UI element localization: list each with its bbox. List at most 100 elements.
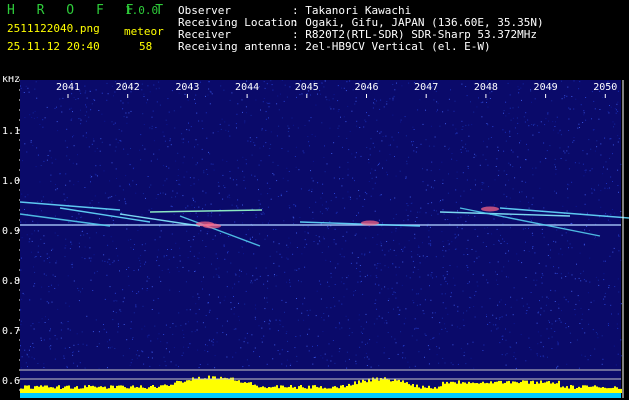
noise-speck (173, 110, 175, 112)
noise-speck (565, 327, 567, 329)
noise-speck (525, 181, 527, 183)
noise-speck (585, 97, 587, 98)
y-axis-unit: kHz (2, 76, 20, 85)
noise-speck (128, 285, 130, 287)
noise-speck (195, 313, 197, 315)
spectrogram-plot: kHz1.11.00.90.80.70.62041 2042 2043 2044 204… (0, 76, 629, 400)
power-bar (552, 382, 554, 393)
noise-speck (557, 365, 559, 367)
noise-speck (506, 174, 508, 175)
noise-speck (337, 263, 339, 265)
noise-speck (317, 345, 318, 347)
noise-speck (88, 257, 90, 259)
noise-speck (545, 265, 547, 267)
power-bar (96, 387, 98, 393)
noise-speck (144, 325, 146, 327)
noise-speck (240, 270, 242, 272)
noise-speck (139, 265, 141, 267)
noise-speck (60, 322, 62, 324)
noise-speck (151, 125, 153, 127)
noise-speck (303, 319, 305, 321)
noise-speck (450, 362, 452, 364)
noise-speck (197, 293, 199, 295)
noise-speck (532, 247, 534, 249)
noise-speck (416, 217, 418, 218)
noise-speck (446, 331, 448, 333)
noise-speck (270, 198, 272, 200)
noise-speck (85, 104, 86, 106)
noise-speck (277, 330, 279, 332)
noise-speck (539, 187, 541, 189)
noise-speck (526, 303, 528, 305)
x-tick-label: 2042 (116, 82, 140, 93)
noise-speck (532, 174, 534, 176)
noise-speck (406, 160, 408, 162)
noise-speck (487, 323, 489, 325)
noise-speck (402, 352, 404, 354)
noise-speck (571, 96, 573, 97)
noise-speck (447, 240, 449, 242)
noise-speck (596, 140, 598, 142)
noise-speck (469, 307, 471, 309)
noise-speck (189, 177, 191, 179)
noise-speck (384, 286, 386, 288)
noise-speck (604, 292, 606, 294)
noise-speck (369, 148, 371, 150)
noise-speck (446, 273, 448, 275)
noise-speck (95, 174, 97, 176)
noise-speck (365, 313, 367, 315)
noise-speck (454, 237, 456, 239)
noise-speck (84, 367, 86, 369)
noise-speck (120, 140, 122, 142)
noise-speck (64, 199, 66, 201)
noise-speck (521, 99, 522, 101)
noise-speck (466, 265, 468, 267)
noise-speck (296, 247, 298, 248)
noise-speck (395, 274, 397, 276)
power-bar (252, 385, 254, 393)
noise-speck (509, 164, 511, 166)
noise-speck (473, 367, 475, 369)
noise-speck (558, 267, 560, 269)
noise-speck (182, 213, 184, 214)
noise-speck (618, 235, 620, 237)
noise-speck (222, 159, 224, 161)
noise-speck (109, 339, 111, 341)
noise-speck (505, 304, 506, 306)
power-bar (462, 382, 464, 393)
noise-speck (433, 209, 435, 211)
noise-speck (387, 311, 389, 313)
noise-speck (190, 246, 192, 248)
noise-speck (325, 96, 327, 98)
noise-speck (433, 337, 435, 339)
noise-speck (377, 335, 379, 337)
noise-speck (452, 364, 454, 366)
noise-speck (238, 339, 240, 341)
noise-speck (165, 324, 167, 326)
noise-speck (180, 106, 182, 108)
noise-speck (309, 145, 310, 147)
noise-speck (339, 253, 341, 255)
noise-speck (546, 296, 548, 298)
noise-speck (475, 250, 477, 252)
noise-speck (122, 301, 124, 303)
noise-speck (47, 155, 49, 156)
noise-speck (587, 292, 589, 294)
noise-speck (433, 145, 435, 147)
noise-speck (300, 281, 302, 283)
noise-speck (509, 346, 511, 348)
noise-speck (203, 170, 205, 172)
noise-speck (409, 277, 411, 279)
noise-speck (516, 253, 518, 255)
noise-speck (401, 284, 403, 286)
noise-speck (119, 309, 121, 311)
noise-speck (81, 331, 83, 333)
noise-speck (98, 343, 100, 345)
power-bar (34, 386, 36, 393)
noise-speck (278, 125, 280, 127)
noise-speck (466, 248, 468, 250)
noise-speck (267, 193, 269, 195)
noise-speck (261, 129, 263, 131)
noise-speck (51, 201, 53, 203)
noise-speck (341, 256, 343, 258)
